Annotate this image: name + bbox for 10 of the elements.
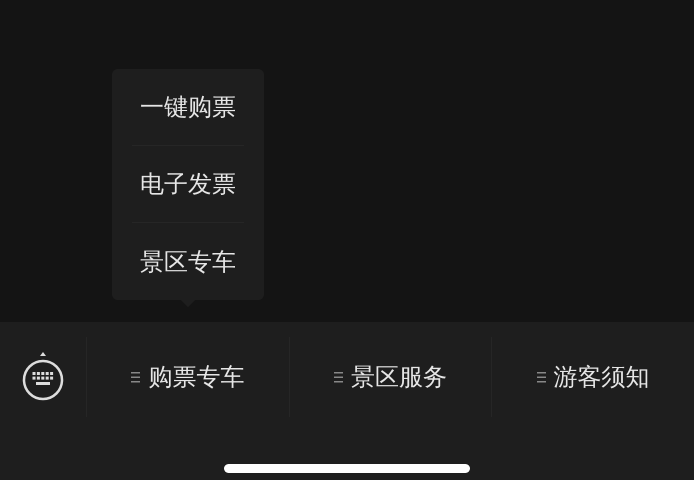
menu-tab[interactable]: 游客须知 (530, 357, 656, 397)
menu-tab[interactable]: 购票专车 (125, 357, 250, 397)
menu-tab[interactable]: 景区服务 (328, 357, 453, 397)
keyboard-icon (21, 351, 65, 403)
menu-icon (334, 372, 343, 382)
popup-menu-item[interactable]: 电子发票 (132, 146, 244, 223)
menu-icon (131, 372, 140, 382)
popup-menu-item[interactable]: 一键购票 (132, 69, 244, 146)
popup-menu-item[interactable]: 景区专车 (132, 223, 244, 300)
menu-icon (536, 372, 546, 382)
